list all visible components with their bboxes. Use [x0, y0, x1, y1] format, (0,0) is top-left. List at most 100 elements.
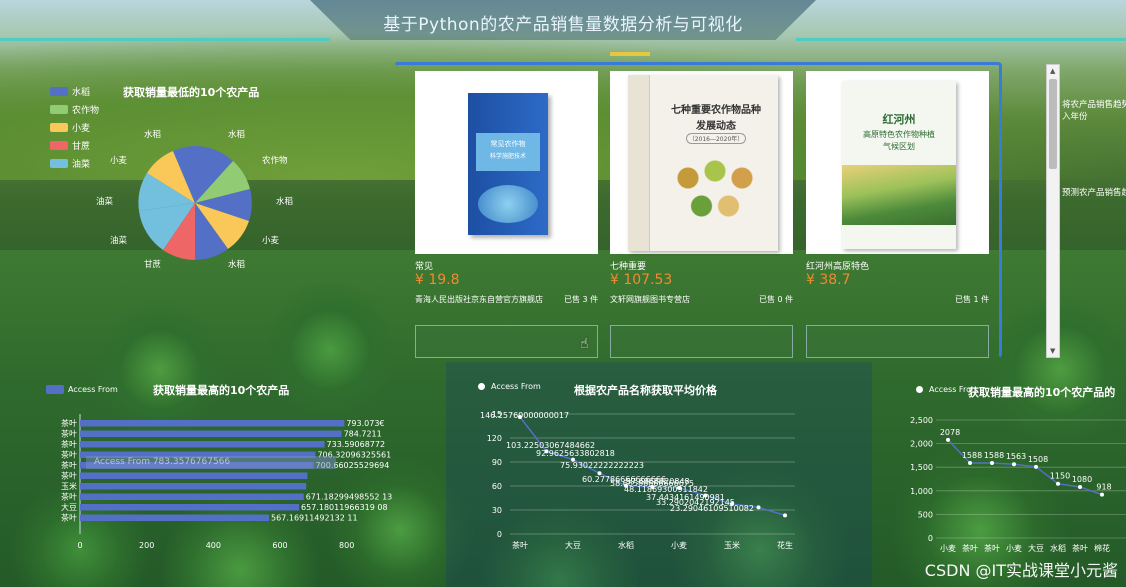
book-spine	[628, 75, 650, 251]
line-point	[946, 437, 950, 442]
legend-item[interactable]: 水稻	[50, 82, 99, 100]
page-title: 基于Python的农产品销售量数据分析与可视化	[383, 15, 743, 35]
bar	[80, 420, 345, 427]
legend-item[interactable]: 甘蔗	[50, 136, 99, 154]
scrollbar[interactable]: ▲ ▼	[1046, 64, 1060, 358]
bar-category-label: 茶叶	[61, 450, 77, 460]
pie-slice-label: 农作物	[262, 156, 288, 166]
line-point	[756, 505, 761, 510]
y-tick: 1,500	[910, 463, 933, 472]
bar	[80, 504, 300, 511]
header: 基于Python的农产品销售量数据分析与可视化	[0, 0, 1126, 58]
y-tick: 0	[928, 534, 933, 543]
hand-cursor-icon: ☝	[580, 336, 589, 352]
scroll-down-icon[interactable]: ▼	[1050, 347, 1055, 355]
book-sold: 已售 0 件	[759, 295, 794, 304]
legend-item[interactable]: 油菜	[50, 154, 99, 172]
y-tick: 60	[492, 482, 502, 491]
cover-title: 常见农作物	[490, 140, 526, 148]
header-accent	[610, 52, 650, 56]
scrollbar-thumb[interactable]	[1049, 79, 1057, 169]
right-line-chart[interactable]: 05001,0001,5002,0002,50020781588 1588 1563…	[900, 410, 1126, 560]
bar-value-label: 784.7211	[344, 430, 382, 439]
bar-value-label: 793.073€	[346, 419, 384, 428]
book-action-button[interactable]	[610, 325, 793, 358]
bar-x-tick: 400	[206, 541, 221, 550]
scroll-up-icon[interactable]: ▲	[1050, 67, 1055, 75]
line-title: 根据农产品名称获取平均价格	[574, 384, 717, 397]
cover-subtitle-2: 气候区划	[883, 142, 915, 151]
line-point	[990, 461, 994, 466]
book-cover: 七种重要农作物品种 发展动态 （2016—2020年）	[628, 75, 778, 251]
line-point	[968, 461, 972, 466]
pie-legend: 水稻 农作物 小麦 甘蔗 油菜	[50, 82, 99, 172]
bar-category-label: 大豆	[61, 502, 77, 512]
cover-title: 七种重要农作物品种	[671, 105, 761, 116]
x-tick: 水稻	[618, 540, 634, 550]
legend-label: 小麦	[72, 123, 91, 134]
legend-swatch	[50, 140, 68, 150]
bar	[80, 430, 342, 437]
bar-chart[interactable]: 茶叶 793.073€茶叶 784.7211茶叶 733.59068772茶叶 706.…	[50, 412, 445, 554]
book-card[interactable]: 常见农作物 科学施肥技术	[415, 71, 598, 254]
book-shop[interactable]: 文轩网旗舰图书专营店	[610, 294, 690, 305]
sidebar-text[interactable]: 预测农产品销售趋	[1062, 186, 1126, 198]
legend-item[interactable]: 农作物	[50, 100, 99, 118]
point-label: 146.25760000000017	[480, 411, 569, 420]
bar-category-label: 玉米	[61, 481, 77, 491]
legend-item[interactable]: 小麦	[50, 118, 99, 136]
point-label: 75.93022222222223	[560, 461, 644, 470]
header-line-left	[0, 38, 330, 41]
point-label: 23.29046109510082	[670, 504, 754, 513]
cover-subtitle: 高原特色农作物种植	[863, 130, 935, 139]
point-label: 1150	[1050, 472, 1070, 481]
pie-chart[interactable]	[130, 138, 260, 268]
line-legend[interactable]: Access From	[478, 382, 541, 391]
legend-label: 水稻	[72, 87, 91, 98]
bar-legend[interactable]: Access From	[46, 380, 118, 398]
book-action-button[interactable]	[415, 325, 598, 358]
pie-slice-label: 油菜	[96, 197, 114, 207]
book-price: ¥ 38.7	[806, 272, 851, 288]
book-name[interactable]: 七种重要	[610, 259, 646, 272]
sidebar-text[interactable]: 将农产品销售趋势	[1062, 98, 1126, 110]
pie-slice-label: 小麦	[110, 156, 128, 166]
pie-slice-label: 水稻	[276, 197, 294, 207]
book-name[interactable]: 常见	[415, 259, 433, 272]
line-point	[1012, 462, 1016, 467]
book-name[interactable]: 红河州高原特色	[806, 259, 869, 272]
line-chart[interactable]: 030609012015146.25760000000017103.225030…	[470, 404, 840, 554]
book-card[interactable]: 红河州 高原特色农作物种植 气候区划	[806, 71, 989, 254]
bar	[80, 514, 270, 521]
book-shop[interactable]: 青海人民出版社京东自营官方旗舰店	[415, 294, 543, 305]
bar-x-tick: 200	[139, 541, 154, 550]
book-list: 常见农作物 科学施肥技术 常见 ¥ 19.8 青海人民出版社京东自营官方旗舰店 …	[394, 62, 1002, 360]
point-label: 1563	[1006, 452, 1026, 461]
x-tick: 茶叶	[1072, 543, 1088, 553]
legend-swatch	[50, 158, 68, 168]
bar-category-label: 茶叶	[61, 460, 77, 470]
bar	[80, 483, 307, 490]
right-legend[interactable]: Access Fro	[916, 385, 971, 394]
cover-subtitle: 发展动态	[696, 121, 736, 132]
bar-category-label: 茶叶	[61, 471, 77, 481]
bar-category-label: 茶叶	[61, 439, 77, 449]
book-sold: 已售 3 件	[564, 295, 599, 304]
pie-slice-label: 小麦	[262, 236, 280, 246]
point-label: 1588	[962, 451, 982, 460]
y-tick: 500	[918, 510, 933, 519]
book-sold: 已售 1 件	[955, 295, 990, 304]
x-tick: 花生	[777, 540, 793, 550]
legend-label: Access Fro	[929, 385, 971, 394]
legend-dot	[478, 383, 485, 390]
cover-years: （2016—2020年）	[686, 133, 746, 144]
sidebar-text[interactable]: 入年份	[1062, 110, 1088, 122]
book-action-button[interactable]	[806, 325, 989, 358]
line-point	[1056, 481, 1060, 486]
book-card[interactable]: 七种重要农作物品种 发展动态 （2016—2020年）	[610, 71, 793, 254]
y-tick: 90	[492, 458, 502, 467]
y-tick: 0	[497, 530, 502, 539]
cover-subtitle: 科学施肥技术	[489, 153, 526, 160]
bar	[80, 441, 325, 448]
bar-tooltip: Access From 783.3576767566	[86, 456, 336, 469]
